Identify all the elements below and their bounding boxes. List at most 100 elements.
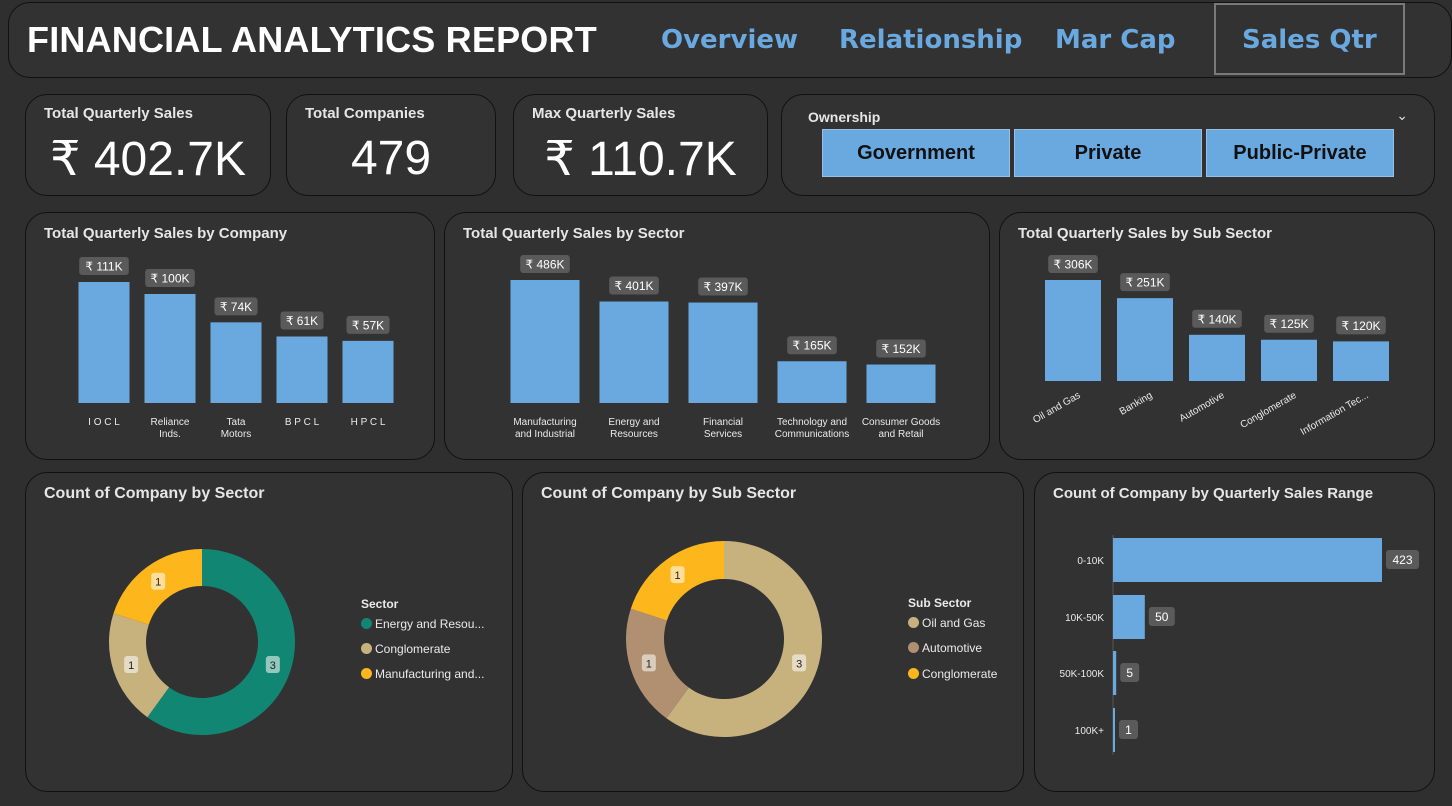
chart-count-by-sales-range: Count of Company by Quarterly Sales Rang… [1034,472,1435,792]
data-label: ₹ 306K [1054,258,1093,272]
tab-sales-qtr[interactable]: Sales Qtr [1214,3,1405,75]
legend-dot-icon [908,668,919,679]
bar[interactable] [1045,280,1101,381]
category-label: 100K+ [1075,726,1104,737]
legend-item[interactable]: Manufacturing and... [361,667,484,681]
legend-dot-icon [361,643,372,654]
chart-sales-by-company: Total Quarterly Sales by Company ₹ 111K I… [25,212,435,460]
header-bar: FINANCIAL ANALYTICS REPORT Overview Rela… [8,2,1452,78]
legend-label: Conglomerate [375,642,451,656]
chart-sales-by-sector-svg: ₹ 486K Manufacturingand Industrial ₹ 401K E… [510,255,940,440]
data-label: ₹ 401K [615,279,654,293]
ownership-option-private[interactable]: Private [1014,129,1202,177]
ownership-slicer: Ownership ⌄ Government Private Public-Pr… [781,94,1435,196]
data-label: ₹ 251K [1126,276,1165,290]
bar[interactable] [1113,538,1382,582]
category-label: 50K-100K [1060,669,1105,680]
data-label: ₹ 57K [352,318,384,332]
data-label: 3 [270,660,276,672]
category-label: 0-10K [1077,556,1104,567]
kpi-total-sales-label: Total Quarterly Sales [44,105,193,122]
chart-sales-by-company-svg: ₹ 111K I O C L ₹ 100K RelianceInds. ₹ 74K Tat… [78,257,394,440]
legend-label: Conglomerate [922,667,998,681]
page-title: FINANCIAL ANALYTICS REPORT [27,19,597,60]
legend-label: Oil and Gas [922,616,986,630]
bar[interactable] [210,322,262,403]
kpi-max-sales-value: ₹ 110.7K [544,133,737,186]
ownership-option-public-private[interactable]: Public-Private [1206,129,1394,177]
category-label: Manufacturing [513,417,576,428]
bar[interactable] [688,302,758,403]
chart-sales-by-sub-sector: Total Quarterly Sales by Sub Sector ₹ 30… [999,212,1435,460]
category-label: Services [704,429,742,440]
ownership-label: Ownership [808,109,881,125]
bar[interactable] [342,340,394,403]
tab-relationship[interactable]: Relationship [839,25,1022,55]
category-label: Information Tec... [1299,390,1371,438]
legend-label: Automotive [922,641,983,655]
bar[interactable] [1117,298,1173,381]
bar[interactable] [1333,341,1389,381]
legend-dot-icon [908,642,919,653]
legend-title: Sub Sector [908,596,972,610]
category-label: Technology and [777,417,847,428]
tab-mar-cap[interactable]: Mar Cap [1055,25,1176,55]
category-label: Inds. [159,429,181,440]
data-label: ₹ 61K [286,314,318,328]
legend-item[interactable]: Conglomerate [908,667,997,681]
category-label: Automotive [1178,390,1227,425]
data-label: 50 [1155,610,1169,624]
category-label: Motors [221,429,252,440]
bar[interactable] [866,364,936,403]
legend-item[interactable]: Oil and Gas [908,616,985,630]
category-label: B P C L [285,417,320,428]
bar[interactable] [510,280,580,403]
data-label: ₹ 125K [1270,317,1309,331]
data-label: ₹ 111K [85,260,122,274]
kpi-max-sales-card: Max Quarterly Sales ₹ 110.7K [513,94,768,196]
data-label: ₹ 140K [1198,312,1237,326]
category-label: Energy and [608,417,659,428]
legend-item[interactable]: Energy and Resou... [361,617,484,631]
kpi-max-sales-label: Max Quarterly Sales [532,105,676,122]
bar[interactable] [1113,708,1115,752]
chart-count-by-sector: Count of Company by Sector 311 Sector En… [25,472,513,792]
data-label: 5 [1126,666,1133,680]
bar[interactable] [1189,334,1245,381]
kpi-total-companies-value: 479 [350,132,432,185]
category-label: Communications [775,429,849,440]
category-label: and Industrial [515,429,575,440]
data-label: ₹ 152K [882,342,921,356]
legend-item[interactable]: Automotive [908,641,982,655]
chevron-down-icon[interactable]: ⌄ [1396,107,1408,124]
category-label: Resources [610,429,658,440]
data-label: ₹ 100K [151,271,190,285]
legend-label: Manufacturing and... [375,667,485,681]
category-label: H P C L [351,417,386,428]
chart-count-by-sub-sector-svg: 3 1 1 [626,541,822,737]
category-label: I O C L [88,417,120,428]
legend-label: Energy and Resou... [375,617,485,631]
bar[interactable] [1113,595,1145,639]
bar[interactable] [777,361,847,403]
category-label: Conglomerate [1239,390,1299,431]
chart-count-by-sales-range-svg: 423 0-10K 50 10K-50K 5 50K-100K 1 100K+ [1060,535,1419,755]
legend-item[interactable]: Conglomerate [361,642,450,656]
category-label: Banking [1118,390,1155,418]
bar[interactable] [599,301,669,403]
bar[interactable] [144,293,196,403]
bar[interactable] [78,282,130,403]
legend-title: Sector [361,597,399,611]
ownership-option-government[interactable]: Government [822,129,1010,177]
tab-overview[interactable]: Overview [661,25,798,55]
chart-sales-by-sub-sector-svg: ₹ 306K Oil and Gas ₹ 251K Banking ₹ 140K Auto… [1031,255,1389,438]
data-label: ₹ 397K [704,280,743,294]
data-label: 1 [155,577,161,589]
kpi-total-companies-card: Total Companies 479 [286,94,496,196]
category-label: 10K-50K [1065,613,1104,624]
bar[interactable] [276,336,328,403]
bar[interactable] [1261,339,1317,381]
category-label: Oil and Gas [1031,390,1082,426]
bar[interactable] [1113,651,1117,695]
legend-dot-icon [361,668,372,679]
